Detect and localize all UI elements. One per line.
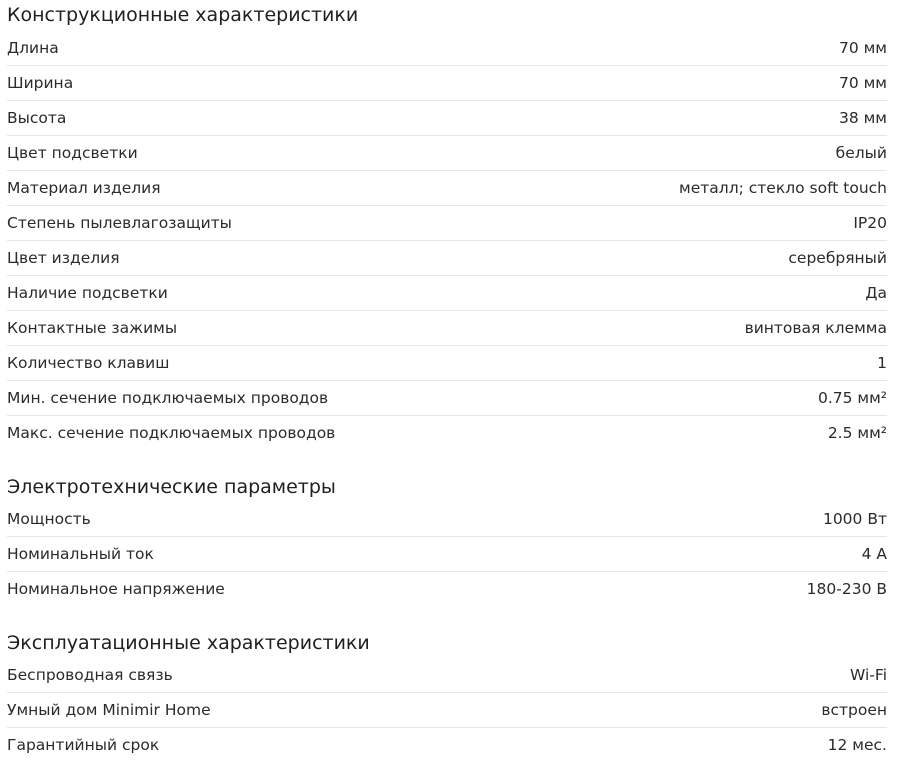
spec-value: металл; стекло soft touch	[679, 179, 887, 197]
spec-label: Высота	[7, 109, 67, 127]
spec-row-backlight-color: Цвет подсветки белый	[7, 136, 887, 171]
spec-row-wireless: Беспроводная связь Wi-Fi	[7, 658, 887, 693]
spec-value: 1	[877, 354, 887, 372]
spec-value: 4 А	[861, 545, 887, 563]
spec-value: Wi-Fi	[850, 666, 887, 684]
spec-value: Да	[865, 284, 887, 302]
spec-row-width: Ширина 70 мм	[7, 66, 887, 101]
spec-label: Номинальное напряжение	[7, 580, 225, 598]
spec-row-key-count: Количество клавиш 1	[7, 346, 887, 381]
spec-label: Длина	[7, 39, 59, 57]
spec-label: Степень пылевлагозащиты	[7, 214, 232, 232]
spec-label: Материал изделия	[7, 179, 161, 197]
spec-value: 70 мм	[838, 39, 887, 57]
spec-row-height: Высота 38 мм	[7, 101, 887, 136]
spec-value: 2.5 мм²	[827, 424, 887, 442]
spec-label: Умный дом Minimir Home	[7, 701, 211, 719]
spec-label: Цвет изделия	[7, 249, 120, 267]
spec-row-smart-home: Умный дом Minimir Home встроен	[7, 693, 887, 728]
spec-value: белый	[835, 144, 887, 162]
spec-label: Контактные зажимы	[7, 319, 178, 337]
spec-row-length: Длина 70 мм	[7, 31, 887, 66]
spec-row-warranty: Гарантийный срок 12 мес.	[7, 728, 887, 762]
spec-row-terminals: Контактные зажимы винтовая клемма	[7, 311, 887, 346]
spec-row-ip-rating: Степень пылевлагозащиты IP20	[7, 206, 887, 241]
spec-row-material: Материал изделия металл; стекло soft tou…	[7, 171, 887, 206]
spec-label: Количество клавиш	[7, 354, 170, 372]
spec-value: 180-230 В	[806, 580, 887, 598]
spec-row-rated-current: Номинальный ток 4 А	[7, 537, 887, 572]
specifications: Конструкционные характеристики Длина 70 …	[7, 0, 887, 762]
spec-label: Мин. сечение подключаемых проводов	[7, 389, 329, 407]
section-title: Эксплуатационные характеристики	[7, 632, 370, 654]
spec-value: винтовая клемма	[744, 319, 887, 337]
spec-value: 12 мес.	[827, 736, 887, 754]
section-operational: Эксплуатационные характеристики Беспрово…	[7, 628, 887, 762]
section-title: Электротехнические параметры	[7, 476, 336, 498]
spec-row-rated-voltage: Номинальное напряжение 180-230 В	[7, 572, 887, 606]
spec-label: Ширина	[7, 74, 74, 92]
section-construction: Конструкционные характеристики Длина 70 …	[7, 0, 887, 450]
spec-value: 38 мм	[838, 109, 887, 127]
spec-value: 1000 Вт	[822, 510, 887, 528]
spec-row-power: Мощность 1000 Вт	[7, 502, 887, 537]
section-electrical: Электротехнические параметры Мощность 10…	[7, 472, 887, 606]
spec-row-min-wire-section: Мин. сечение подключаемых проводов 0.75 …	[7, 381, 887, 416]
spec-label: Мощность	[7, 510, 91, 528]
spec-label: Наличие подсветки	[7, 284, 168, 302]
section-title: Конструкционные характеристики	[7, 4, 359, 26]
spec-row-backlight: Наличие подсветки Да	[7, 276, 887, 311]
spec-value: встроен	[821, 701, 887, 719]
spec-label: Номинальный ток	[7, 545, 154, 563]
spec-label: Цвет подсветки	[7, 144, 138, 162]
spec-label: Макс. сечение подключаемых проводов	[7, 424, 336, 442]
spec-value: IP20	[853, 214, 887, 232]
spec-value: 70 мм	[838, 74, 887, 92]
spec-row-max-wire-section: Макс. сечение подключаемых проводов 2.5 …	[7, 416, 887, 450]
spec-value: 0.75 мм²	[817, 389, 887, 407]
spec-row-product-color: Цвет изделия серебряный	[7, 241, 887, 276]
spec-label: Гарантийный срок	[7, 736, 160, 754]
spec-value: серебряный	[788, 249, 887, 267]
spec-label: Беспроводная связь	[7, 666, 173, 684]
